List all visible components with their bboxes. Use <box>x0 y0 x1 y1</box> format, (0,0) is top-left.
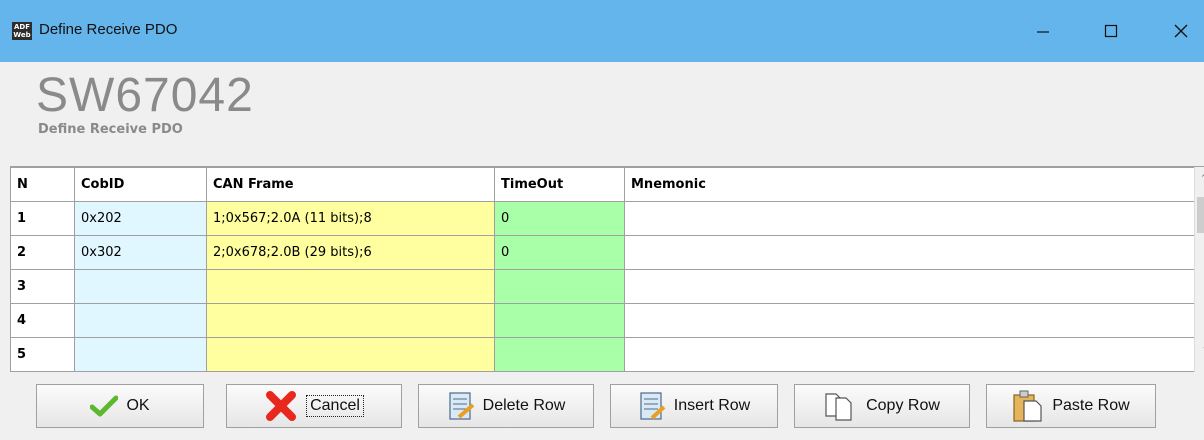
title-bar: ADF Web Define Receive PDO <box>0 0 1204 62</box>
table-row: 4 <box>10 303 1195 338</box>
paste-row-button[interactable]: Paste Row <box>986 384 1156 428</box>
timeout-cell[interactable] <box>494 269 625 304</box>
insert-row-button[interactable]: Insert Row <box>610 384 778 428</box>
scrollbar-thumb[interactable] <box>1197 197 1204 233</box>
mnemonic-cell[interactable] <box>624 269 1195 304</box>
row-number: 2 <box>10 235 75 270</box>
paste-icon <box>1012 389 1044 423</box>
table-row: 5 <box>10 337 1195 372</box>
minimize-button[interactable] <box>1020 14 1066 48</box>
copy-icon <box>824 390 858 422</box>
timeout-cell[interactable]: 0 <box>494 235 625 270</box>
row-number: 5 <box>10 337 75 372</box>
cobid-cell[interactable] <box>74 269 207 304</box>
row-number: 4 <box>10 303 75 338</box>
mnemonic-cell[interactable] <box>624 235 1195 270</box>
copy-row-button[interactable]: Copy Row <box>794 384 970 428</box>
timeout-cell[interactable] <box>494 337 625 372</box>
pdo-grid[interactable]: N CobID CAN Frame TimeOut Mnemonic 1 0x2… <box>10 166 1204 372</box>
table-row: 1 0x202 1;0x567;2.0A (11 bits);8 0 <box>10 201 1195 236</box>
paste-row-label: Paste Row <box>1052 397 1130 414</box>
can-frame-cell[interactable] <box>206 337 495 372</box>
mnemonic-cell[interactable] <box>624 201 1195 236</box>
can-frame-cell[interactable]: 2;0x678;2.0B (29 bits);6 <box>206 235 495 270</box>
page-subtitle: Define Receive PDO <box>38 122 183 137</box>
table-row: 2 0x302 2;0x678;2.0B (29 bits);6 0 <box>10 235 1195 270</box>
close-icon <box>1174 24 1188 38</box>
row-number: 3 <box>10 269 75 304</box>
cancel-label: Cancel <box>306 395 364 417</box>
column-header-n: N <box>10 167 75 202</box>
ok-label: OK <box>126 397 150 414</box>
cobid-cell[interactable]: 0x202 <box>74 201 207 236</box>
pdo-table: N CobID CAN Frame TimeOut Mnemonic 1 0x2… <box>10 167 1195 372</box>
row-number: 1 <box>10 201 75 236</box>
column-header-can-frame: CAN Frame <box>206 167 495 202</box>
table-row: 3 <box>10 269 1195 304</box>
checkmark-icon <box>90 395 119 417</box>
button-bar: OK Cancel Delete Row Insert Row Copy Row… <box>0 372 1204 440</box>
app-logo-icon: ADF Web <box>12 22 32 40</box>
cobid-cell[interactable] <box>74 303 207 338</box>
can-frame-cell[interactable]: 1;0x567;2.0A (11 bits);8 <box>206 201 495 236</box>
column-header-timeout: TimeOut <box>494 167 625 202</box>
timeout-cell[interactable]: 0 <box>494 201 625 236</box>
minimize-icon <box>1037 31 1049 33</box>
timeout-cell[interactable] <box>494 303 625 338</box>
can-frame-cell[interactable] <box>206 303 495 338</box>
insert-row-label: Insert Row <box>673 397 751 414</box>
copy-row-label: Copy Row <box>866 397 940 414</box>
cobid-cell[interactable]: 0x302 <box>74 235 207 270</box>
delete-row-icon <box>447 391 475 421</box>
maximize-icon <box>1104 24 1118 38</box>
window-title: Define Receive PDO <box>39 21 178 38</box>
vertical-scrollbar[interactable]: ^ ˇ <box>1194 167 1204 372</box>
mnemonic-cell[interactable] <box>624 337 1195 372</box>
delete-row-button[interactable]: Delete Row <box>418 384 594 428</box>
column-header-cobid: CobID <box>74 167 207 202</box>
scroll-up-icon[interactable]: ^ <box>1195 173 1204 191</box>
table-header-row: N CobID CAN Frame TimeOut Mnemonic <box>10 167 1195 202</box>
maximize-button[interactable] <box>1088 14 1134 48</box>
delete-row-label: Delete Row <box>482 397 566 414</box>
cobid-cell[interactable] <box>74 337 207 372</box>
ok-button[interactable]: OK <box>36 384 204 428</box>
red-x-icon <box>264 391 298 421</box>
cancel-button[interactable]: Cancel <box>226 384 402 428</box>
mnemonic-cell[interactable] <box>624 303 1195 338</box>
page-title: SW67042 <box>36 69 254 122</box>
close-button[interactable] <box>1158 14 1204 48</box>
column-header-mnemonic: Mnemonic <box>624 167 1195 202</box>
scroll-down-icon[interactable]: ˇ <box>1195 347 1204 365</box>
page-header: SW67042 Define Receive PDO <box>0 62 1204 166</box>
insert-row-icon <box>638 391 666 421</box>
can-frame-cell[interactable] <box>206 269 495 304</box>
